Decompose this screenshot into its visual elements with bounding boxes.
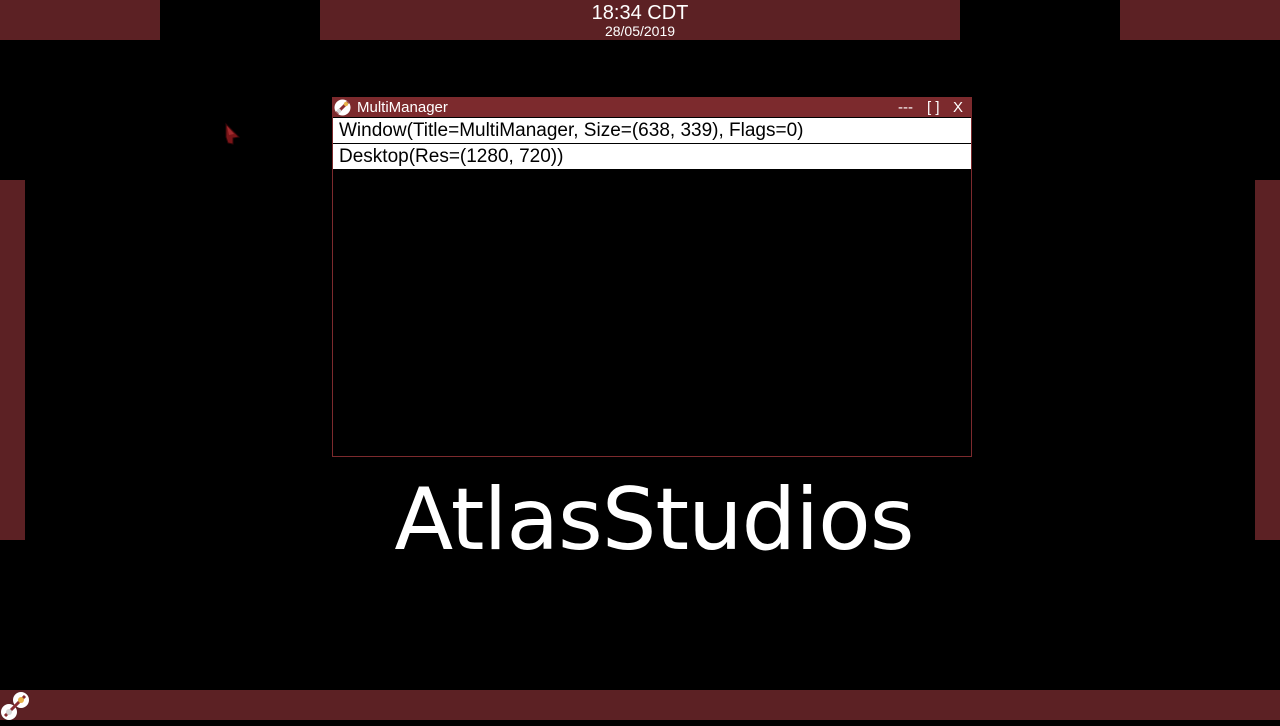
minimize-button[interactable]: --- xyxy=(898,98,913,117)
side-bar-right xyxy=(1255,180,1280,540)
list-item-desktop[interactable]: Desktop(Res=(1280, 720)) xyxy=(333,144,971,169)
top-bar-left xyxy=(0,0,160,40)
mouse-cursor-icon xyxy=(222,122,242,148)
brand-logo-text: AtlasStudios xyxy=(394,470,914,570)
list-item-window[interactable]: Window(Title=MultiManager, Size=(638, 33… xyxy=(333,118,971,143)
clock-time: 18:34 CDT xyxy=(591,2,689,24)
taskbar xyxy=(0,690,1280,720)
clock-panel: 18:34 CDT 28/05/2019 xyxy=(320,0,960,40)
window-title: MultiManager xyxy=(357,99,448,116)
window-titlebar[interactable]: MultiManager --- [ ] X xyxy=(333,98,971,117)
side-bar-left xyxy=(0,180,25,540)
maximize-button[interactable]: [ ] xyxy=(927,98,940,117)
top-bar-right xyxy=(1120,0,1280,40)
close-button[interactable]: X xyxy=(953,98,963,117)
start-logo-icon xyxy=(1,692,31,725)
start-button[interactable] xyxy=(1,691,31,721)
clock-date: 28/05/2019 xyxy=(604,23,676,39)
multimanager-window[interactable]: MultiManager --- [ ] X Window(Title=Mult… xyxy=(332,97,972,457)
app-logo-icon xyxy=(334,99,351,116)
